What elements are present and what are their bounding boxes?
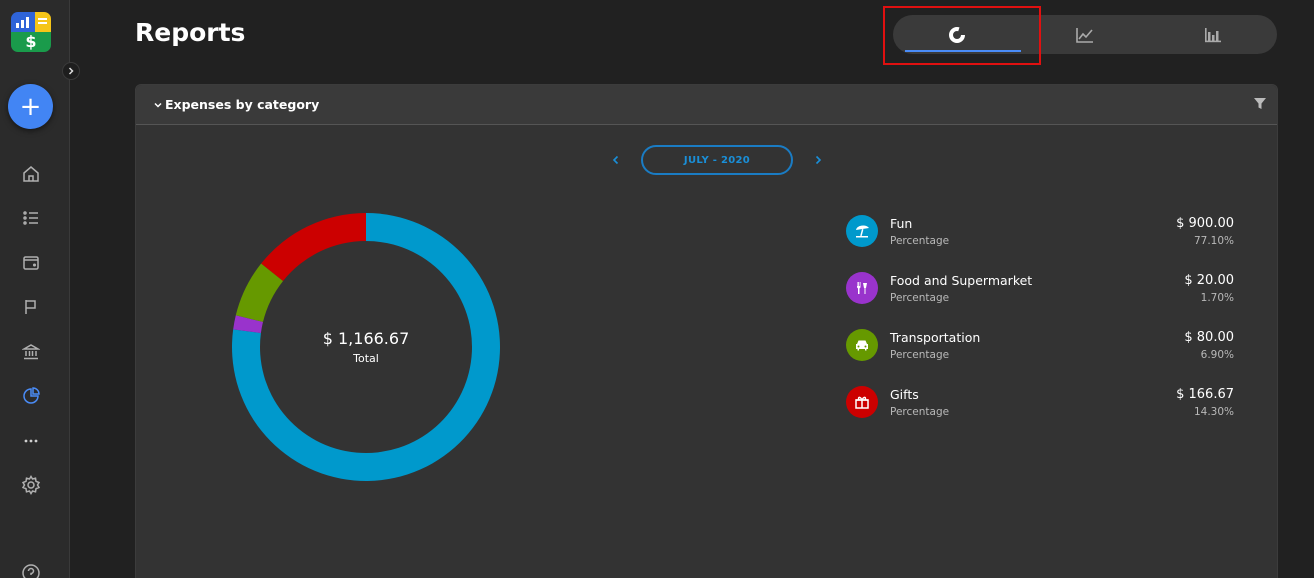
list-icon[interactable] [19,206,43,230]
help-icon[interactable] [19,561,43,578]
legend-item-fun[interactable]: Fun Percentage $ 900.00 77.10% [844,213,1234,270]
gift-icon [846,386,878,418]
donut-chart-view-button[interactable] [893,15,1021,54]
legend-item-food-and-supermarket[interactable]: Food and Supermarket Percentage $ 20.00 … [844,270,1234,327]
bar-chart-icon [1205,27,1221,42]
expenses-card: Expenses by category JULY - 2020 $ 1,166… [135,84,1278,578]
sidebar-expand-button[interactable] [62,62,80,80]
car-icon [846,329,878,361]
bank-icon[interactable] [19,340,43,364]
legend-item-gifts[interactable]: Gifts Percentage $ 166.67 14.30% [844,384,1234,441]
category-legend: Fun Percentage $ 900.00 77.10% Food and … [844,213,1234,441]
legend-name: Fun [890,216,913,231]
page-title: Reports [135,18,246,47]
card-title-text: Expenses by category [165,97,320,112]
legend-name: Food and Supermarket [890,273,1033,288]
chevron-down-icon [154,102,162,108]
legend-amount: $ 166.67 [1176,387,1234,402]
donut-center: $ 1,166.67 Total [232,329,500,365]
card-header[interactable]: Expenses by category [136,85,1277,125]
chevron-right-icon [815,155,822,165]
plus-icon: + [19,91,42,122]
wallet-icon[interactable] [19,251,43,275]
legend-amount: $ 20.00 [1184,273,1234,288]
food-icon [846,272,878,304]
previous-period-button[interactable] [606,150,626,170]
legend-amount: $ 900.00 [1176,216,1234,231]
beach-umbrella-icon [846,215,878,247]
legend-sub-label: Percentage [890,292,950,304]
more-icon[interactable] [19,429,43,453]
line-chart-view-button[interactable] [1021,15,1149,54]
sidebar: $ + [0,0,70,578]
pie-chart-icon[interactable] [19,384,43,408]
legend-percentage: 6.90% [1200,349,1234,361]
chart-type-toggle [893,15,1277,54]
donut-slice-gifts[interactable] [261,213,366,281]
legend-sub-label: Percentage [890,235,950,247]
donut-total-value: $ 1,166.67 [322,329,410,348]
add-transaction-button[interactable]: + [8,84,53,129]
line-chart-icon [1076,27,1093,43]
legend-name: Transportation [890,330,981,345]
next-period-button[interactable] [808,150,828,170]
home-icon[interactable] [19,162,43,186]
legend-sub-label: Percentage [890,349,950,361]
filter-icon[interactable] [1253,97,1267,111]
legend-amount: $ 80.00 [1184,330,1234,345]
settings-icon[interactable] [19,473,43,497]
chevron-left-icon [612,155,619,165]
legend-sub-label: Percentage [890,406,950,418]
legend-percentage: 14.30% [1193,406,1234,418]
period-navigator: JULY - 2020 [606,145,828,175]
bar-chart-view-button[interactable] [1149,15,1277,54]
legend-percentage: 1.70% [1200,292,1234,304]
card-title[interactable]: Expenses by category [154,97,319,112]
period-selector[interactable]: JULY - 2020 [641,145,793,175]
app-logo[interactable]: $ [11,12,51,52]
legend-percentage: 77.10% [1193,235,1234,247]
donut-chart-icon [949,26,965,43]
flag-icon[interactable] [19,295,43,319]
legend-item-transportation[interactable]: Transportation Percentage $ 80.00 6.90% [844,327,1234,384]
donut-total-label: Total [353,352,379,365]
legend-name: Gifts [890,387,919,402]
chevron-right-icon [68,67,74,75]
